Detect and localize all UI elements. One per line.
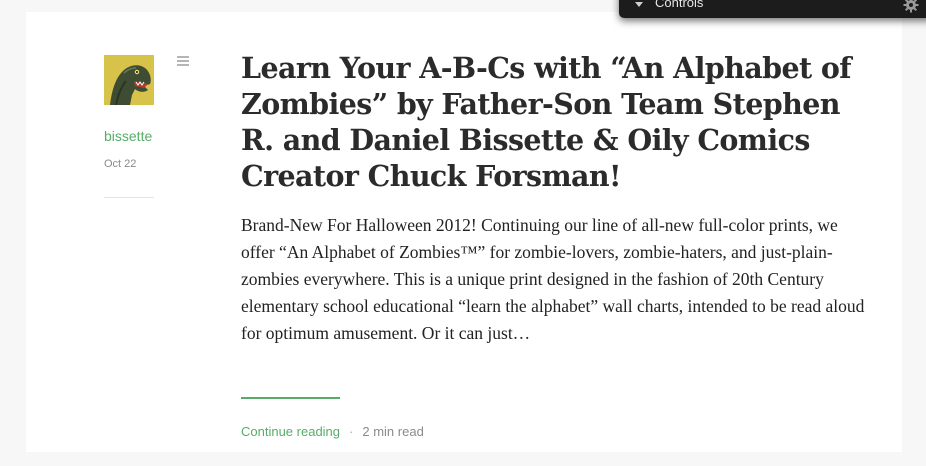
triangle-down-icon <box>635 2 643 7</box>
author-avatar[interactable] <box>104 55 154 105</box>
excerpt-divider <box>241 397 340 399</box>
post-excerpt: Brand-New For Halloween 2012! Continuing… <box>241 215 865 343</box>
post-title[interactable]: Learn Your A-B-Cs with “An Alphabet of Z… <box>241 50 861 194</box>
hamburger-menu-icon[interactable] <box>177 56 189 66</box>
author-name-link[interactable]: bissette <box>104 128 152 144</box>
post-date: Oct 22 <box>104 158 137 170</box>
read-time: 2 min read <box>362 424 424 439</box>
gear-icon[interactable] <box>903 0 919 13</box>
dinosaur-avatar-image <box>104 55 154 105</box>
meta-separator: · <box>349 424 354 439</box>
post-card: bissette Oct 22 Learn Your A-B-Cs with “… <box>26 12 902 452</box>
controls-panel-toggle[interactable]: Controls <box>619 0 926 18</box>
continue-reading-link[interactable]: Continue reading <box>241 424 340 439</box>
post-footer-meta: Continue reading · 2 min read <box>241 424 424 439</box>
controls-label: Controls <box>655 0 704 10</box>
sidebar-divider <box>104 197 154 198</box>
